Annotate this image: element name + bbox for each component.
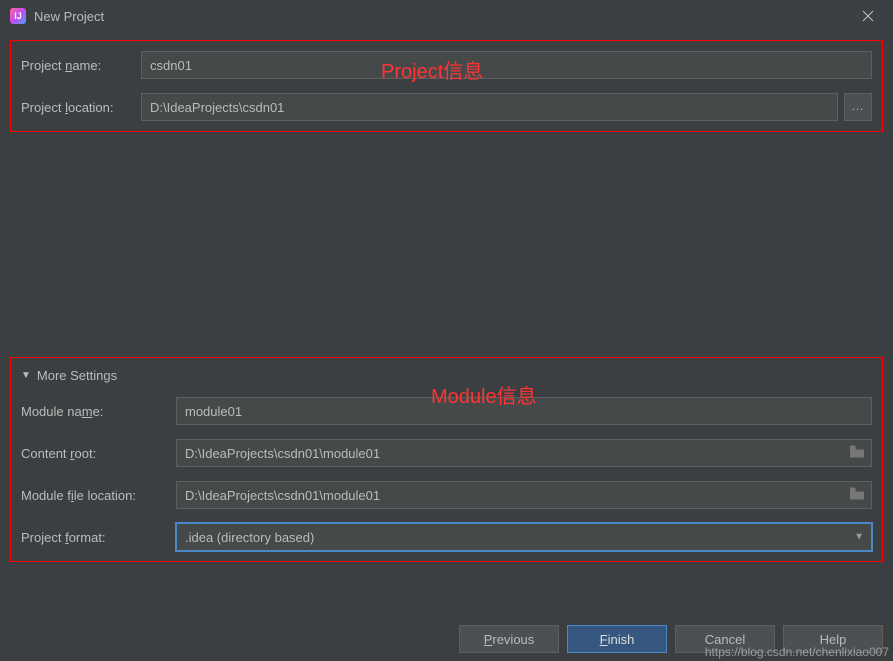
previous-button[interactable]: Previous [459,625,559,653]
watermark: https://blog.csdn.net/chenlixiao007 [705,645,889,659]
project-location-input[interactable] [141,93,838,121]
project-format-label: Project format: [21,530,176,545]
folder-icon[interactable] [850,446,864,461]
content-root-input[interactable] [176,439,872,467]
module-name-label: Module name: [21,404,176,419]
finish-button[interactable]: Finish [567,625,667,653]
intellij-icon: IJ [10,8,26,24]
window-title: New Project [34,9,853,24]
module-name-input[interactable] [176,397,872,425]
close-icon[interactable] [853,1,883,31]
project-section: Project信息 Project name: Project location… [10,40,883,132]
module-file-location-input[interactable] [176,481,872,509]
chevron-down-icon: ▼ [21,370,31,381]
project-location-label: Project location: [21,100,141,115]
project-name-input[interactable] [141,51,872,79]
content-root-label: Content root: [21,446,176,461]
titlebar: IJ New Project [0,0,893,32]
more-settings-section: Module信息 ▼ More Settings Module name: Co… [10,357,883,562]
more-settings-label: More Settings [37,368,117,383]
module-file-location-label: Module file location: [21,488,176,503]
browse-location-button[interactable]: ... [844,93,872,121]
project-format-select[interactable]: .idea (directory based) [176,523,872,551]
more-settings-toggle[interactable]: ▼ More Settings [21,368,872,383]
folder-icon[interactable] [850,488,864,503]
project-name-label: Project name: [21,58,141,73]
